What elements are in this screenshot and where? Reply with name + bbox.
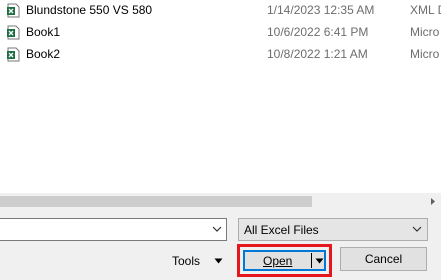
excel-file-icon bbox=[7, 25, 20, 40]
scrollbar-thumb[interactable] bbox=[0, 196, 312, 207]
file-type-dropdown[interactable]: All Excel Files bbox=[238, 218, 428, 241]
file-row[interactable]: Blundstone 550 VS 580 1/14/2023 12:35 AM… bbox=[0, 0, 441, 22]
excel-file-icon bbox=[7, 47, 20, 62]
cancel-label: Cancel bbox=[364, 252, 403, 266]
file-type: XML D bbox=[410, 3, 441, 17]
tools-button[interactable]: Tools bbox=[166, 250, 232, 273]
file-name: Book2 bbox=[26, 47, 61, 61]
file-date: 1/14/2023 12:35 AM bbox=[267, 3, 375, 17]
horizontal-scrollbar[interactable] bbox=[0, 193, 441, 210]
file-name: Book1 bbox=[26, 25, 61, 39]
file-name: Blundstone 550 VS 580 bbox=[26, 3, 153, 17]
xml-file-icon bbox=[7, 3, 20, 18]
open-label: Open bbox=[263, 254, 293, 268]
cancel-button[interactable]: Cancel bbox=[340, 247, 427, 271]
highlight-box: Open bbox=[237, 244, 332, 277]
dialog-footer: All Excel Files Tools Open Cancel bbox=[0, 210, 441, 280]
file-row[interactable]: Book2 10/8/2022 1:21 AM Micro bbox=[0, 44, 441, 66]
chevron-down-icon[interactable] bbox=[210, 222, 224, 236]
scroll-right-icon[interactable] bbox=[424, 193, 441, 210]
chevron-down-icon bbox=[412, 226, 422, 232]
file-type: Micro bbox=[410, 25, 440, 39]
split-divider bbox=[311, 253, 312, 268]
file-date: 10/6/2022 6:41 PM bbox=[267, 25, 369, 39]
caret-down-icon[interactable] bbox=[315, 258, 324, 264]
file-type-selected: All Excel Files bbox=[244, 223, 319, 237]
caret-down-icon bbox=[214, 258, 223, 264]
open-button[interactable]: Open bbox=[243, 250, 326, 271]
file-name-field[interactable] bbox=[0, 218, 227, 241]
file-row[interactable]: Book1 10/6/2022 6:41 PM Micro bbox=[0, 22, 441, 44]
file-list: Blundstone 550 VS 580 1/14/2023 12:35 AM… bbox=[0, 0, 441, 193]
file-date: 10/8/2022 1:21 AM bbox=[267, 47, 368, 61]
tools-label: Tools bbox=[172, 254, 201, 268]
file-type: Micro bbox=[410, 47, 440, 61]
